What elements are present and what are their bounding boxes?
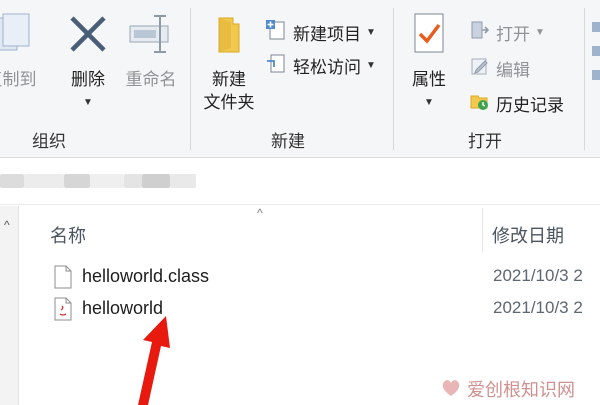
watermark-logo-icon bbox=[440, 378, 462, 403]
red-arrow-annotation bbox=[138, 316, 170, 405]
watermark-text: 爱创根知识网 bbox=[467, 380, 575, 400]
